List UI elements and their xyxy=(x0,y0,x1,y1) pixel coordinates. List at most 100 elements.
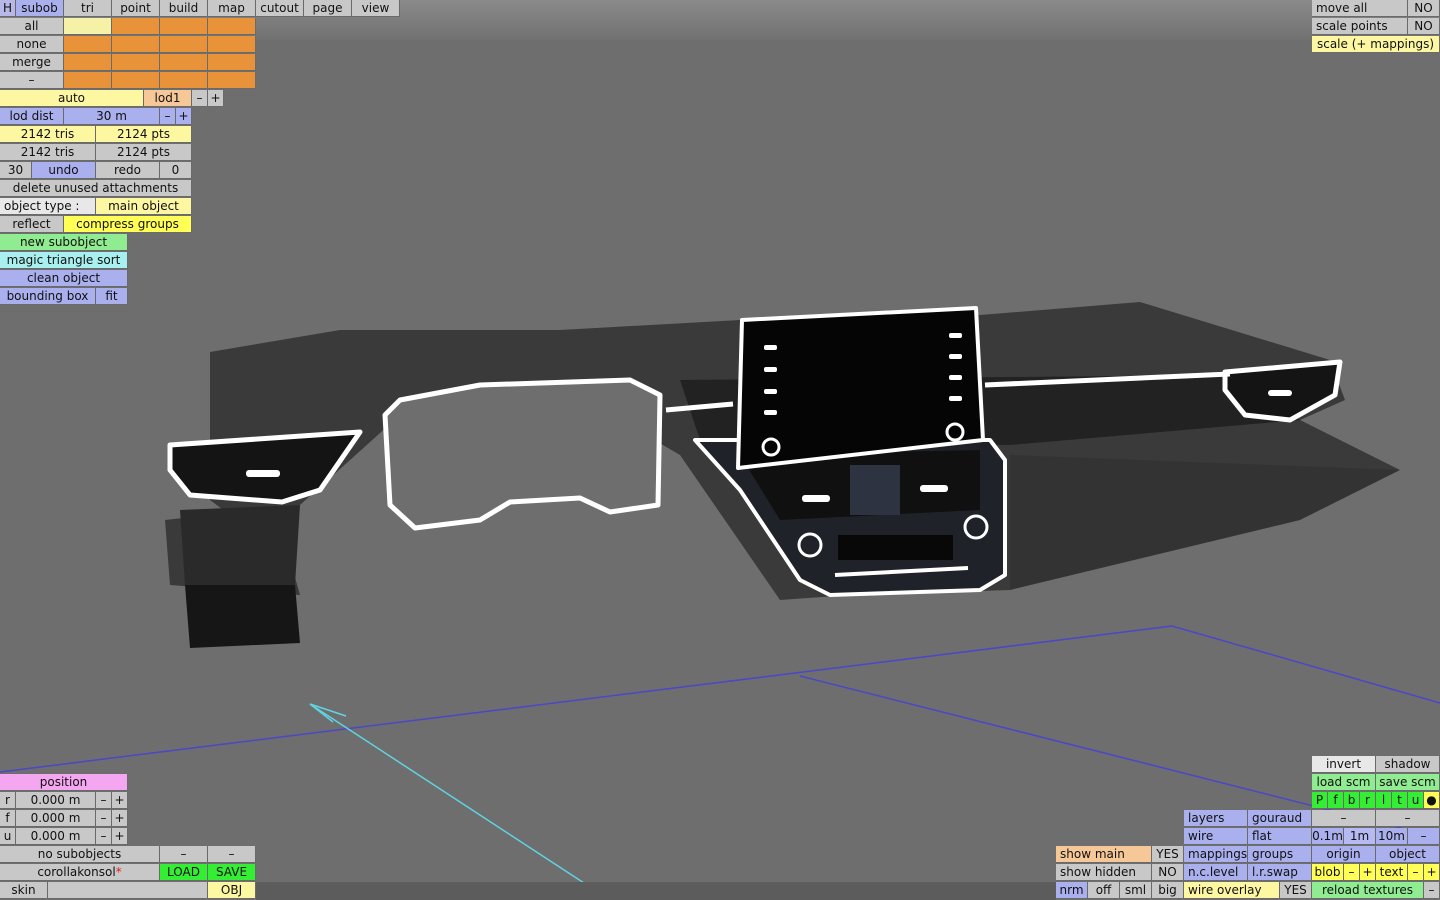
select-all-button[interactable]: all xyxy=(0,18,64,35)
lod-plus-button[interactable]: + xyxy=(208,90,224,107)
lod-dist-plus-button[interactable]: + xyxy=(176,108,192,125)
layers-button[interactable]: layers xyxy=(1184,810,1248,827)
object-type-value[interactable]: main object xyxy=(96,198,192,215)
show-hidden-button[interactable]: show hidden xyxy=(1056,864,1152,881)
channel-u-button[interactable]: u xyxy=(1408,792,1424,809)
channel-p-button[interactable]: P xyxy=(1312,792,1328,809)
undo-button[interactable]: undo xyxy=(32,162,96,179)
delete-unused-attachments-button[interactable]: delete unused attachments xyxy=(0,180,192,197)
magic-triangle-sort-button[interactable]: magic triangle sort xyxy=(0,252,128,269)
move-all-value[interactable]: NO xyxy=(1408,0,1440,17)
menu-point[interactable]: point xyxy=(112,0,160,17)
object-button[interactable]: object xyxy=(1376,846,1440,863)
scale-mappings-button[interactable]: scale (+ mappings) xyxy=(1312,36,1440,53)
skin-field[interactable] xyxy=(48,882,208,899)
save-scm-button[interactable]: save scm xyxy=(1376,774,1440,791)
bounding-box-button[interactable]: bounding box xyxy=(0,288,96,305)
menu-view[interactable]: view xyxy=(352,0,400,17)
menu-build[interactable]: build xyxy=(160,0,208,17)
reload-textures-button[interactable]: reload textures xyxy=(1312,882,1424,899)
blob-button[interactable]: blob xyxy=(1312,864,1344,881)
move-all-button[interactable]: move all xyxy=(1312,0,1408,17)
selection-dash-button[interactable]: – xyxy=(0,72,64,89)
subobject-slot[interactable] xyxy=(112,54,160,71)
text-minus-button[interactable]: – xyxy=(1408,864,1424,881)
lod-auto-button[interactable]: auto xyxy=(0,90,144,107)
groups-button[interactable]: groups xyxy=(1248,846,1312,863)
reload-minus-button[interactable]: – xyxy=(1424,882,1440,899)
wire-button[interactable]: wire xyxy=(1184,828,1248,845)
text-plus-button[interactable]: + xyxy=(1424,864,1440,881)
channel-dot-button[interactable]: ● xyxy=(1424,792,1440,809)
merge-button[interactable]: merge xyxy=(0,54,64,71)
blob-plus-button[interactable]: + xyxy=(1360,864,1376,881)
gouraud-button[interactable]: gouraud xyxy=(1248,810,1312,827)
obj-button[interactable]: OBJ xyxy=(208,882,256,899)
subobject-slot[interactable] xyxy=(208,36,256,53)
subobject-slot[interactable] xyxy=(208,54,256,71)
subobject-slot[interactable] xyxy=(160,36,208,53)
redo-button[interactable]: redo xyxy=(96,162,160,179)
show-main-button[interactable]: show main xyxy=(1056,846,1152,863)
text-button[interactable]: text xyxy=(1376,864,1408,881)
subobject-slot[interactable] xyxy=(208,18,256,35)
select-none-button[interactable]: none xyxy=(0,36,64,53)
compress-groups-button[interactable]: compress groups xyxy=(64,216,192,233)
blob-minus-button[interactable]: – xyxy=(1344,864,1360,881)
invert-button[interactable]: invert xyxy=(1312,756,1376,773)
lod-dist-minus-button[interactable]: – xyxy=(160,108,176,125)
scale-points-button[interactable]: scale points xyxy=(1312,18,1408,35)
clean-object-button[interactable]: clean object xyxy=(0,270,128,287)
reflect-button[interactable]: reflect xyxy=(0,216,64,233)
lod-level-button[interactable]: lod1 xyxy=(144,90,192,107)
grid-minus-button[interactable]: – xyxy=(1408,828,1440,845)
nc-level-button[interactable]: n.c.level xyxy=(1184,864,1248,881)
origin-button[interactable]: origin xyxy=(1312,846,1376,863)
position-r-minus[interactable]: – xyxy=(96,792,112,809)
subobject-slot[interactable] xyxy=(208,72,256,89)
load-button[interactable]: LOAD xyxy=(160,864,208,881)
subobject-slot[interactable] xyxy=(64,36,112,53)
big-button[interactable]: big xyxy=(1152,882,1184,899)
shadow-button[interactable]: shadow xyxy=(1376,756,1440,773)
channel-r-button[interactable]: r xyxy=(1360,792,1376,809)
position-f-plus[interactable]: + xyxy=(112,810,128,827)
channel-l-button[interactable]: l xyxy=(1376,792,1392,809)
grid-10m-button[interactable]: 10m xyxy=(1376,828,1408,845)
h-button[interactable]: H xyxy=(0,0,16,17)
filename-field[interactable]: corollakonsol* xyxy=(0,864,160,881)
menu-map[interactable]: map xyxy=(208,0,256,17)
menu-tri[interactable]: tri xyxy=(64,0,112,17)
fit-button[interactable]: fit xyxy=(96,288,128,305)
mappings-button[interactable]: mappings xyxy=(1184,846,1248,863)
new-subobject-button[interactable]: new subobject xyxy=(0,234,128,251)
channel-f-button[interactable]: f xyxy=(1328,792,1344,809)
channel-t-button[interactable]: t xyxy=(1392,792,1408,809)
grid-1m-button[interactable]: 1m xyxy=(1344,828,1376,845)
menu-subob[interactable]: subob xyxy=(16,0,64,17)
subobject-slot[interactable] xyxy=(64,18,112,35)
flat-button[interactable]: flat xyxy=(1248,828,1312,845)
subobject-slot[interactable] xyxy=(160,18,208,35)
menu-cutout[interactable]: cutout xyxy=(256,0,304,17)
subobject-slot[interactable] xyxy=(112,72,160,89)
subobject-slot[interactable] xyxy=(112,36,160,53)
subobject-slot[interactable] xyxy=(160,54,208,71)
position-f-value[interactable]: 0.000 m xyxy=(16,810,96,827)
subobject-slot[interactable] xyxy=(112,18,160,35)
render-dash-button[interactable]: – xyxy=(1376,810,1440,827)
subobject-slot[interactable] xyxy=(64,72,112,89)
menu-page[interactable]: page xyxy=(304,0,352,17)
subobject-dash-button[interactable]: – xyxy=(208,846,256,863)
small-button[interactable]: sml xyxy=(1120,882,1152,899)
normal-size-button[interactable]: nrm xyxy=(1056,882,1088,899)
position-u-plus[interactable]: + xyxy=(112,828,128,845)
position-u-value[interactable]: 0.000 m xyxy=(16,828,96,845)
lr-swap-button[interactable]: l.r.swap xyxy=(1248,864,1312,881)
off-button[interactable]: off xyxy=(1088,882,1120,899)
channel-b-button[interactable]: b xyxy=(1344,792,1360,809)
subobject-dash-button[interactable]: – xyxy=(160,846,208,863)
show-hidden-value[interactable]: NO xyxy=(1152,864,1184,881)
show-main-value[interactable]: YES xyxy=(1152,846,1184,863)
grid-01m-button[interactable]: 0.1m xyxy=(1312,828,1344,845)
